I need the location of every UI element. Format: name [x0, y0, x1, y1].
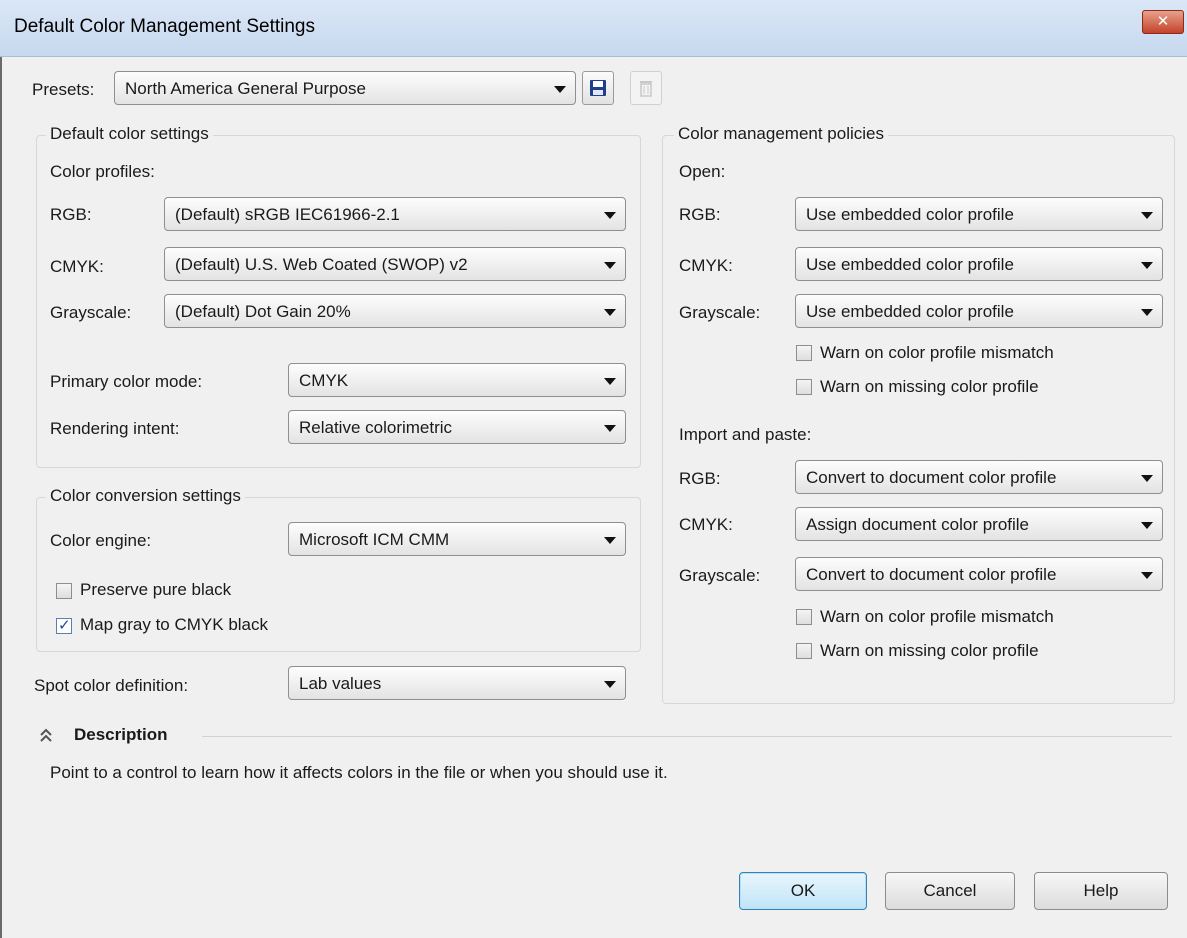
chevron-down-icon [604, 212, 616, 219]
cmyk-profile-value: (Default) U.S. Web Coated (SWOP) v2 [175, 255, 468, 274]
rgb-profile-label: RGB: [50, 205, 92, 224]
open-grayscale-label: Grayscale: [679, 303, 761, 322]
presets-dropdown[interactable]: North America General Purpose [114, 71, 576, 105]
cmyk-profile-label: CMYK: [50, 257, 104, 276]
import-warn-missing-checkbox[interactable] [796, 643, 812, 659]
open-rgb-value: Use embedded color profile [806, 205, 1014, 224]
grayscale-profile-dropdown[interactable]: (Default) Dot Gain 20% [164, 294, 626, 328]
double-chevron-up-icon[interactable] [38, 727, 54, 743]
open-grayscale-value: Use embedded color profile [806, 302, 1014, 321]
open-cmyk-value: Use embedded color profile [806, 255, 1014, 274]
color-conversion-title: Color conversion settings [46, 486, 245, 506]
checkmark-icon: ✓ [58, 617, 71, 634]
open-grayscale-dropdown[interactable]: Use embedded color profile [795, 294, 1163, 328]
description-divider [202, 736, 1172, 737]
preserve-pure-black-checkbox[interactable] [56, 583, 72, 599]
import-rgb-dropdown[interactable]: Convert to document color profile [795, 460, 1163, 494]
description-title: Description [74, 725, 168, 744]
presets-label: Presets: [32, 80, 95, 99]
map-gray-to-cmyk-black-checkbox[interactable]: ✓ [56, 617, 72, 634]
import-paste-label: Import and paste: [679, 425, 812, 444]
rendering-intent-label: Rendering intent: [50, 419, 180, 438]
default-color-settings-title: Default color settings [46, 124, 213, 144]
color-management-policies-title: Color management policies [674, 124, 888, 144]
rendering-intent-dropdown[interactable]: Relative colorimetric [288, 410, 626, 444]
import-grayscale-label: Grayscale: [679, 566, 761, 585]
chevron-down-icon [604, 537, 616, 544]
spot-color-dropdown[interactable]: Lab values [288, 666, 626, 700]
description-text: Point to a control to learn how it affec… [50, 763, 668, 782]
ok-button[interactable]: OK [739, 872, 867, 910]
save-preset-button[interactable] [582, 71, 614, 105]
primary-color-mode-value: CMYK [299, 371, 349, 390]
chevron-down-icon [1141, 212, 1153, 219]
chevron-down-icon [604, 425, 616, 432]
presets-value: North America General Purpose [125, 79, 366, 98]
window-title: Default Color Management Settings [14, 16, 315, 37]
color-engine-label: Color engine: [50, 531, 152, 550]
spot-color-value: Lab values [299, 674, 382, 693]
delete-preset-button[interactable] [630, 71, 662, 105]
chevron-down-icon [604, 262, 616, 269]
import-rgb-value: Convert to document color profile [806, 468, 1057, 487]
primary-color-mode-dropdown[interactable]: CMYK [288, 363, 626, 397]
chevron-down-icon [1141, 475, 1153, 482]
import-cmyk-dropdown[interactable]: Assign document color profile [795, 507, 1163, 541]
floppy-disk-icon [590, 80, 606, 96]
open-rgb-label: RGB: [679, 205, 721, 224]
cmyk-profile-dropdown[interactable]: (Default) U.S. Web Coated (SWOP) v2 [164, 247, 626, 281]
primary-color-mode-label: Primary color mode: [50, 372, 203, 391]
chevron-down-icon [554, 86, 566, 93]
open-cmyk-dropdown[interactable]: Use embedded color profile [795, 247, 1163, 281]
import-warn-mismatch-label: Warn on color profile mismatch [820, 607, 1054, 626]
open-cmyk-label: CMYK: [679, 256, 733, 275]
chevron-down-icon [1141, 522, 1153, 529]
open-rgb-dropdown[interactable]: Use embedded color profile [795, 197, 1163, 231]
import-cmyk-value: Assign document color profile [806, 515, 1030, 534]
rgb-profile-dropdown[interactable]: (Default) sRGB IEC61966-2.1 [164, 197, 626, 231]
title-bar: Default Color Management Settings ✕ [0, 0, 1187, 57]
import-grayscale-value: Convert to document color profile [806, 565, 1057, 584]
help-button[interactable]: Help [1034, 872, 1168, 910]
map-gray-to-cmyk-black-label: Map gray to CMYK black [80, 615, 269, 634]
open-warn-missing-checkbox[interactable] [796, 379, 812, 395]
chevron-down-icon [1141, 262, 1153, 269]
rgb-profile-value: (Default) sRGB IEC61966-2.1 [175, 205, 400, 224]
chevron-down-icon [604, 309, 616, 316]
import-grayscale-dropdown[interactable]: Convert to document color profile [795, 557, 1163, 591]
import-warn-missing-label: Warn on missing color profile [820, 641, 1039, 660]
grayscale-profile-value: (Default) Dot Gain 20% [175, 302, 351, 321]
preserve-pure-black-label: Preserve pure black [80, 580, 232, 599]
color-engine-dropdown[interactable]: Microsoft ICM CMM [288, 522, 626, 556]
collapse-description-icon [40, 728, 52, 742]
import-rgb-label: RGB: [679, 469, 721, 488]
grayscale-profile-label: Grayscale: [50, 303, 132, 322]
open-warn-missing-label: Warn on missing color profile [820, 377, 1039, 396]
color-profiles-label: Color profiles: [50, 162, 155, 181]
color-engine-value: Microsoft ICM CMM [299, 530, 450, 549]
spot-color-label: Spot color definition: [34, 676, 189, 695]
chevron-down-icon [604, 681, 616, 688]
open-warn-mismatch-label: Warn on color profile mismatch [820, 343, 1054, 362]
import-cmyk-label: CMYK: [679, 515, 733, 534]
cancel-button[interactable]: Cancel [885, 872, 1015, 910]
chevron-down-icon [1141, 309, 1153, 316]
chevron-down-icon [1141, 572, 1153, 579]
close-button[interactable]: ✕ [1142, 10, 1184, 34]
import-warn-mismatch-checkbox[interactable] [796, 609, 812, 625]
trash-icon [640, 81, 652, 97]
rendering-intent-value: Relative colorimetric [299, 418, 453, 437]
open-warn-mismatch-checkbox[interactable] [796, 345, 812, 361]
open-label: Open: [679, 162, 726, 181]
chevron-down-icon [604, 378, 616, 385]
